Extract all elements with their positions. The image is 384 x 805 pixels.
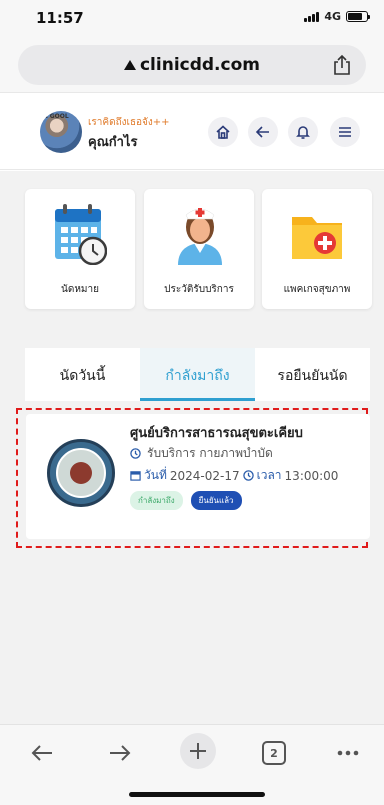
notification-button[interactable] [288, 117, 318, 147]
app-header: A GOOL เราคิดถึงเธอจัง++ คุณกำไร [0, 92, 384, 170]
header-subtitle: เราคิดถึงเธอจัง++ [88, 117, 170, 128]
battery-icon [346, 11, 370, 22]
main-content: นัดหมาย ประวัติรับบริการ แพคเกจสุขภาพ นั… [0, 171, 384, 724]
tab-count-button[interactable]: 2 [262, 741, 286, 765]
avatar[interactable]: A GOOL [40, 111, 82, 153]
lock-icon [123, 60, 136, 70]
browser-forward-button[interactable] [106, 739, 134, 767]
confirmed-badge: ยืนยันแล้ว [190, 491, 242, 510]
calendar-icon [130, 471, 141, 481]
network-type: 4G [324, 10, 341, 23]
more-dots-icon [337, 750, 359, 756]
tab-today[interactable]: นัดวันนี้ [25, 348, 140, 401]
browser-bottom-bar: 2 [0, 724, 384, 805]
tile-service-history[interactable]: ประวัติรับบริการ [144, 189, 254, 309]
appointment-tabs: นัดวันนี้ กำลังมาถึง รอยืนยันนัด [25, 348, 370, 401]
new-tab-button[interactable] [180, 733, 216, 769]
tab-upcoming[interactable]: กำลังมาถึง [140, 348, 255, 401]
appointment-time: 13:00:00 [284, 468, 339, 483]
arrow-left-icon [31, 745, 52, 761]
tile-health-package[interactable]: แพคเกจสุขภาพ [262, 189, 372, 309]
arrow-left-icon [255, 126, 269, 138]
tile-appointment[interactable]: นัดหมาย [25, 189, 135, 309]
tile-label: แพคเกจสุขภาพ [283, 284, 351, 295]
appointment-card[interactable]: ศูนย์บริการสาธารณสุขตะเคียบ รับบริการ กา… [26, 414, 370, 539]
calendar-clock-icon [55, 204, 107, 265]
user-name: คุณกำไร [88, 135, 138, 150]
clinic-name: ศูนย์บริการสาธารณสุขตะเคียบ [130, 426, 303, 441]
tab-pending-confirmation[interactable]: รอยืนยันนัด [255, 348, 370, 401]
plus-icon [190, 743, 206, 759]
date-label: วันที่ [144, 468, 167, 482]
status-badges: กำลังมาถึง ยืนยันแล้ว [130, 491, 242, 510]
tile-label: นัดหมาย [61, 284, 99, 295]
clock-icon [242, 470, 254, 481]
signal-icon [304, 11, 320, 22]
clock-icon [130, 448, 141, 459]
tile-label: ประวัติรับบริการ [164, 284, 234, 295]
back-button[interactable] [248, 117, 278, 147]
date-time-row: วันที่ 2024-02-17 เวลา 13:00:00 [130, 466, 338, 485]
status-time: 11:57 [36, 9, 84, 27]
home-button[interactable] [208, 117, 238, 147]
menu-button[interactable] [330, 117, 360, 147]
address-bar[interactable]: clinicdd.com [18, 45, 366, 85]
service-row: รับบริการ กายภาพบำบัด [130, 444, 273, 463]
home-indicator [129, 792, 265, 797]
bell-icon [296, 126, 310, 139]
hamburger-icon [339, 127, 351, 137]
arrow-right-icon [110, 745, 131, 761]
time-label: เวลา [256, 468, 282, 482]
avatar-label: A GOOL [43, 113, 69, 120]
nurse-icon [178, 208, 222, 265]
browser-toolbar: clinicdd.com [0, 40, 384, 92]
appointment-date: 2024-02-17 [169, 468, 240, 483]
more-menu-button[interactable] [334, 739, 362, 767]
clinic-logo [47, 439, 115, 507]
share-icon[interactable] [332, 54, 352, 76]
browser-back-button[interactable] [28, 739, 56, 767]
service-text: รับบริการ กายภาพบำบัด [147, 446, 273, 460]
status-bar: 11:57 4G [0, 0, 384, 40]
health-folder-icon [292, 217, 342, 259]
home-icon [216, 125, 230, 139]
url-text: clinicdd.com [139, 55, 260, 75]
status-badge: กำลังมาถึง [130, 491, 183, 510]
status-indicators: 4G [304, 10, 370, 23]
